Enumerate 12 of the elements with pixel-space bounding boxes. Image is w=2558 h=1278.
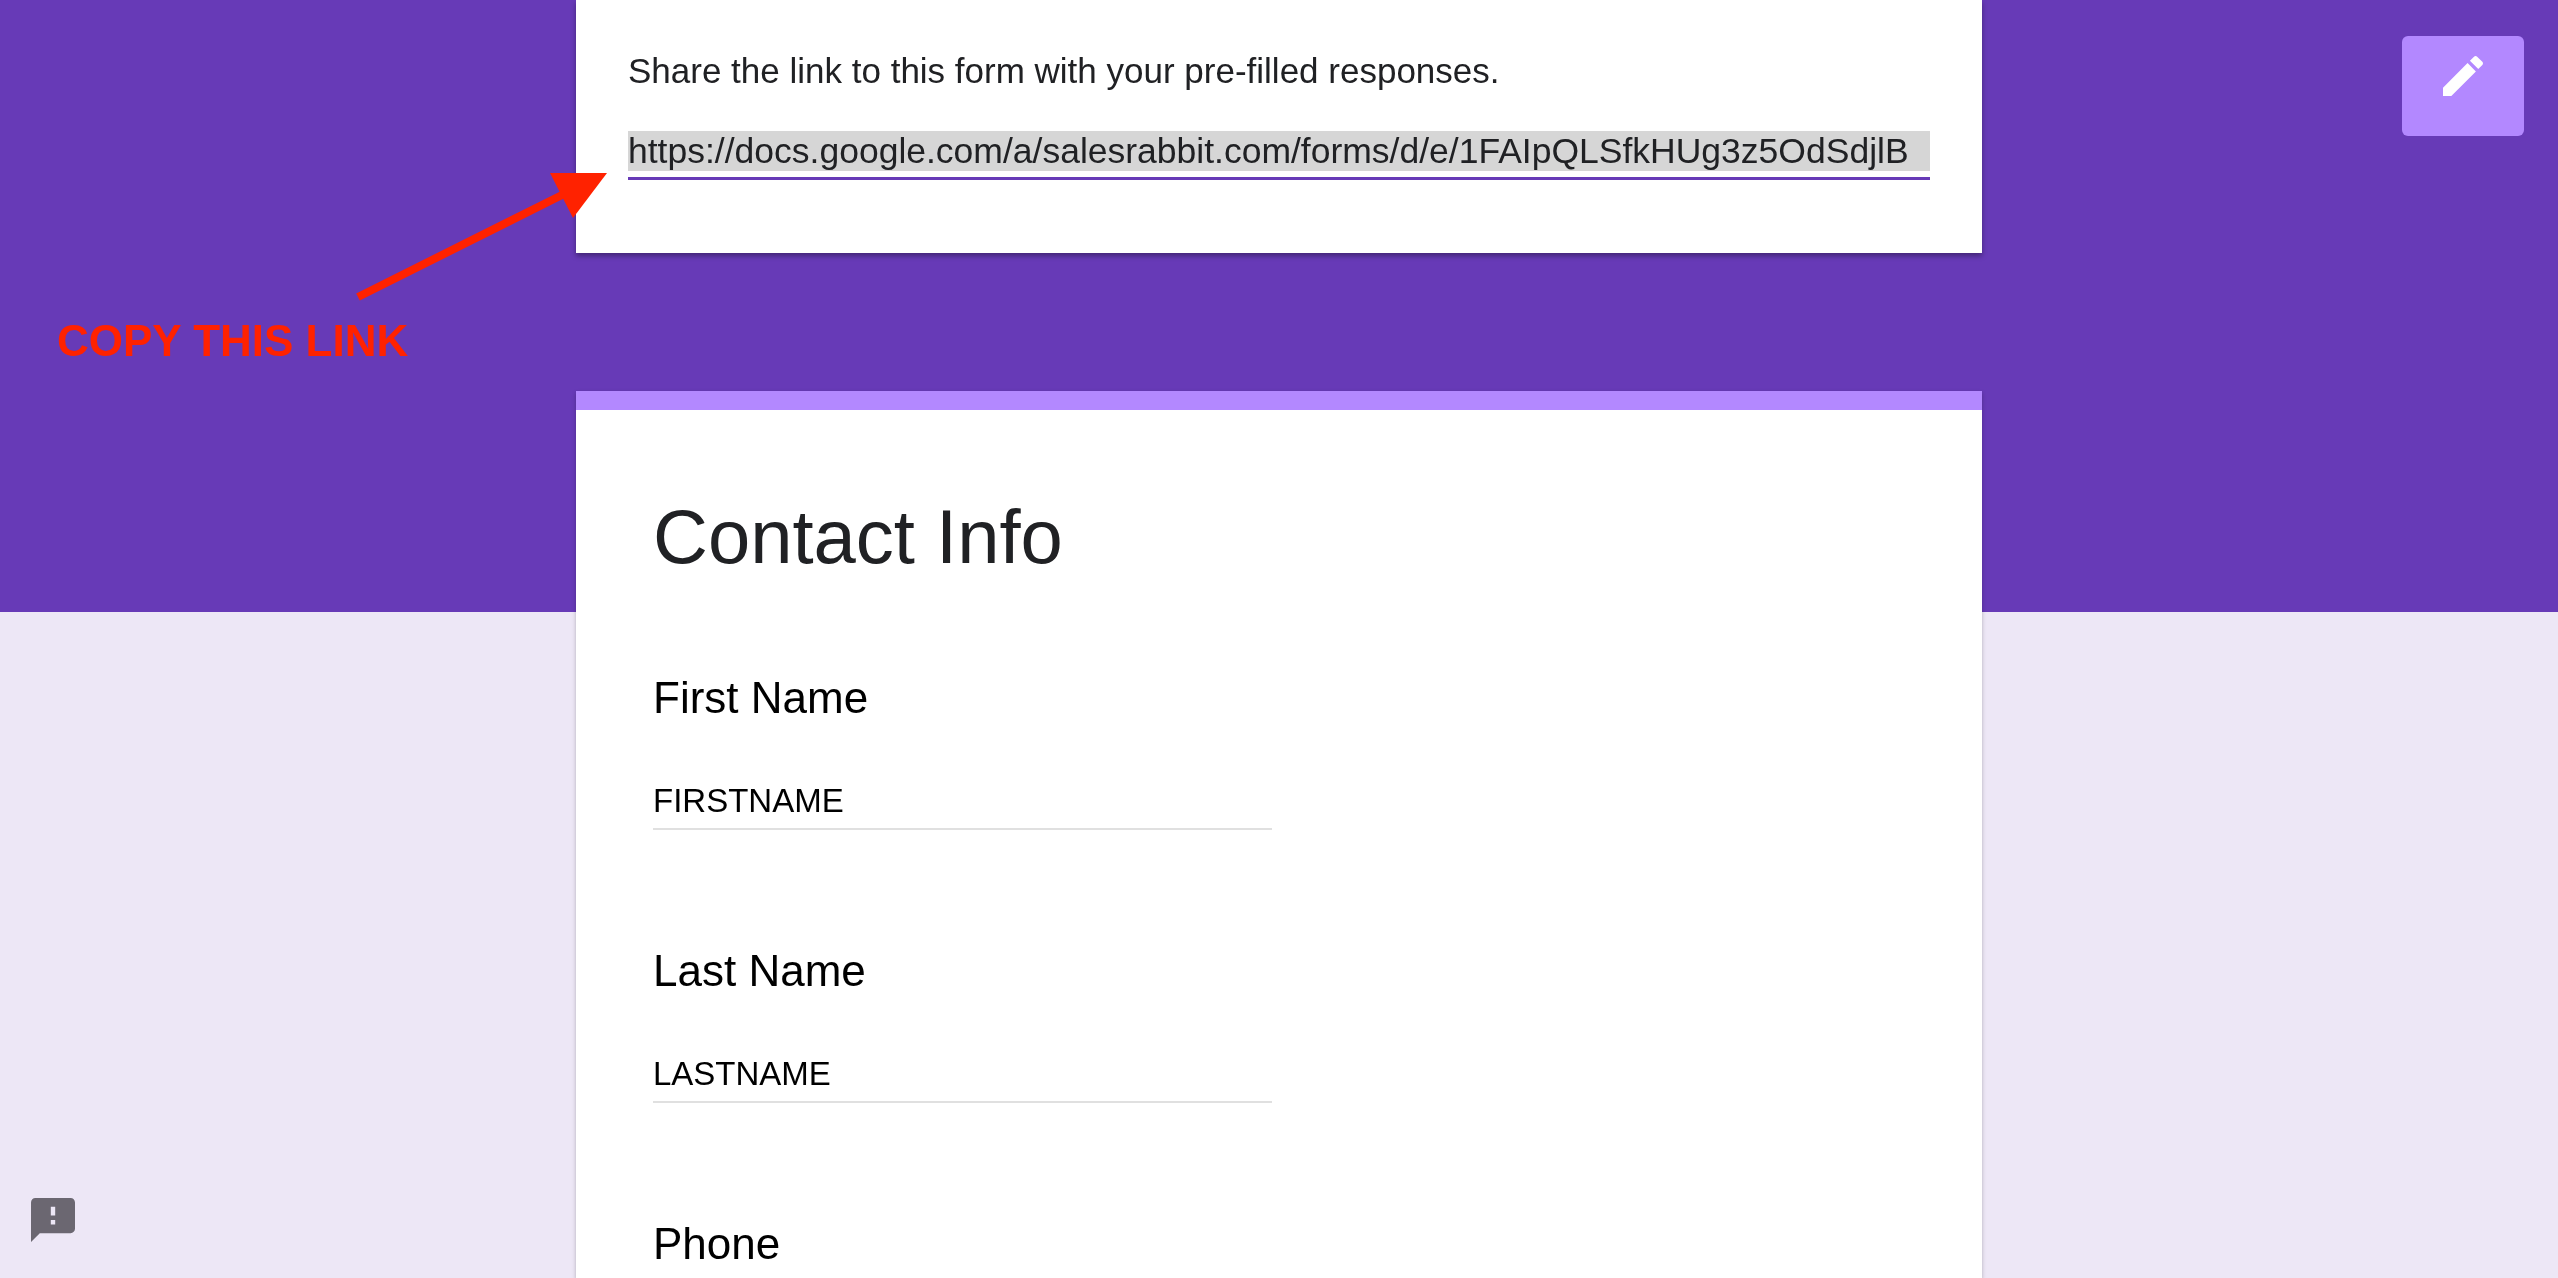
- question-label: First Name: [653, 672, 870, 724]
- answer-field[interactable]: LASTNAME: [653, 1054, 1272, 1103]
- annotation-label: COPY THIS LINK: [57, 319, 409, 363]
- section-title: Contact Info: [653, 493, 1064, 581]
- feedback-icon[interactable]: [31, 1198, 75, 1242]
- question-label: Last Name: [653, 945, 867, 997]
- answer-field[interactable]: FIRSTNAME: [653, 781, 1272, 830]
- pencil-icon: [2443, 56, 2483, 96]
- link-field[interactable]: https://docs.google.com/a/salesrabbit.com/forms/d/e/1FAIpQLSfkHUg3z5OdSdjlB: [628, 131, 1930, 180]
- question-label: Phone: [653, 1218, 782, 1270]
- instruction-text: Share the link to this form with your pre-filled responses.: [628, 50, 1501, 92]
- edit-button[interactable]: [2402, 36, 2524, 136]
